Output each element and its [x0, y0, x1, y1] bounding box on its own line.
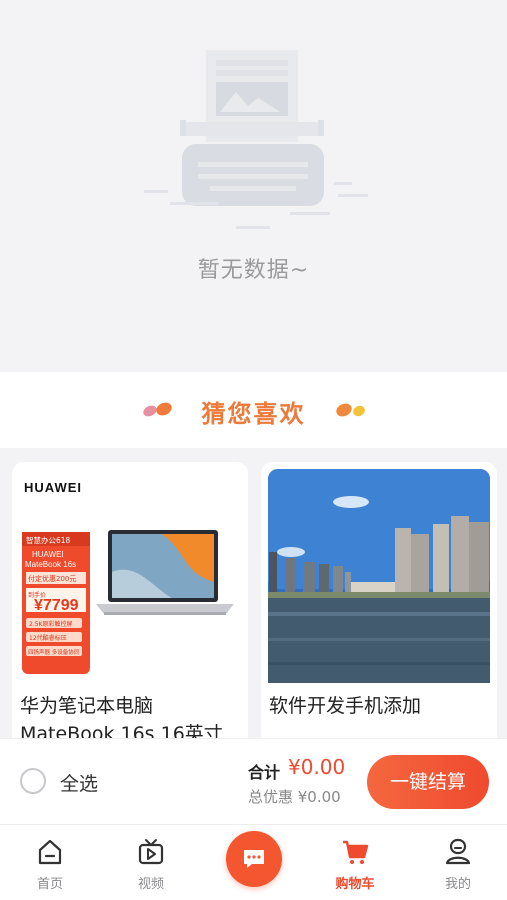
- product-image: HUAWEI 智慧办公618 HUAWEI MateBook 16s 付定优惠2…: [12, 462, 248, 692]
- total-value: ¥0.00: [288, 755, 346, 779]
- product-title[interactable]: 软件开发手机添加: [269, 692, 491, 720]
- bottom-tab-bar: 首页 视频 购物车 我的: [0, 824, 507, 900]
- total-discount: 总优惠 ¥0.00: [248, 788, 341, 806]
- chat-icon: [244, 850, 264, 868]
- promo-brand: HUAWEI: [32, 550, 64, 559]
- product-grid: HUAWEI 智慧办公618 HUAWEI MateBook 16s 付定优惠2…: [0, 448, 507, 738]
- total-label: 合计: [248, 763, 281, 782]
- promo-tag-1: 智慧办公618: [26, 535, 71, 545]
- chat-fab-button[interactable]: [226, 831, 282, 887]
- empty-state: 暂无数据~: [0, 0, 507, 372]
- promo-feature-3: 四扬声器 多设备协同: [28, 648, 80, 656]
- tab-profile-label: 我的: [444, 877, 471, 892]
- empty-text: 暂无数据~: [197, 258, 310, 283]
- brand-logo: HUAWEI: [24, 480, 82, 495]
- promo-model: MateBook 16s: [25, 560, 76, 569]
- select-all-checkbox[interactable]: [20, 768, 46, 794]
- decorative-leaves-right-icon: [336, 403, 365, 417]
- tab-cart-label: 购物车: [335, 877, 375, 892]
- video-icon: [138, 839, 164, 865]
- promo-discount: 付定优惠200元: [28, 574, 76, 583]
- guess-you-like-header: 猜您喜欢: [0, 372, 507, 448]
- home-icon: [38, 839, 62, 865]
- tab-cart[interactable]: 购物车: [315, 825, 395, 900]
- profile-icon: [445, 838, 471, 865]
- checkout-button[interactable]: 一键结算: [367, 755, 489, 809]
- empty-typewriter-illustration: [144, 50, 368, 229]
- promo-feature-1: 2.5K原彩触控屏: [29, 620, 72, 628]
- tab-profile[interactable]: 我的: [418, 825, 498, 900]
- promo-feature-2: 12代酷睿标压: [29, 634, 67, 642]
- promo-price: ¥7799: [34, 597, 79, 614]
- select-all-label[interactable]: 全选: [60, 769, 98, 796]
- product-title[interactable]: 华为笔记本电脑MateBook 16s 16英寸: [20, 692, 242, 738]
- tab-home[interactable]: 首页: [10, 825, 90, 900]
- tab-video[interactable]: 视频: [111, 825, 191, 900]
- guess-you-like-title: 猜您喜欢: [201, 400, 306, 428]
- cart-icon: [343, 840, 369, 864]
- cart-summary-bar: 全选 合计 ¥0.00 总优惠 ¥0.00 一键结算: [0, 738, 507, 824]
- product-image: [261, 462, 497, 692]
- tab-video-label: 视频: [137, 877, 164, 892]
- product-card[interactable]: HUAWEI 智慧办公618 HUAWEI MateBook 16s 付定优惠2…: [12, 462, 248, 738]
- product-card[interactable]: 软件开发手机添加: [261, 462, 497, 738]
- tab-home-label: 首页: [36, 877, 63, 892]
